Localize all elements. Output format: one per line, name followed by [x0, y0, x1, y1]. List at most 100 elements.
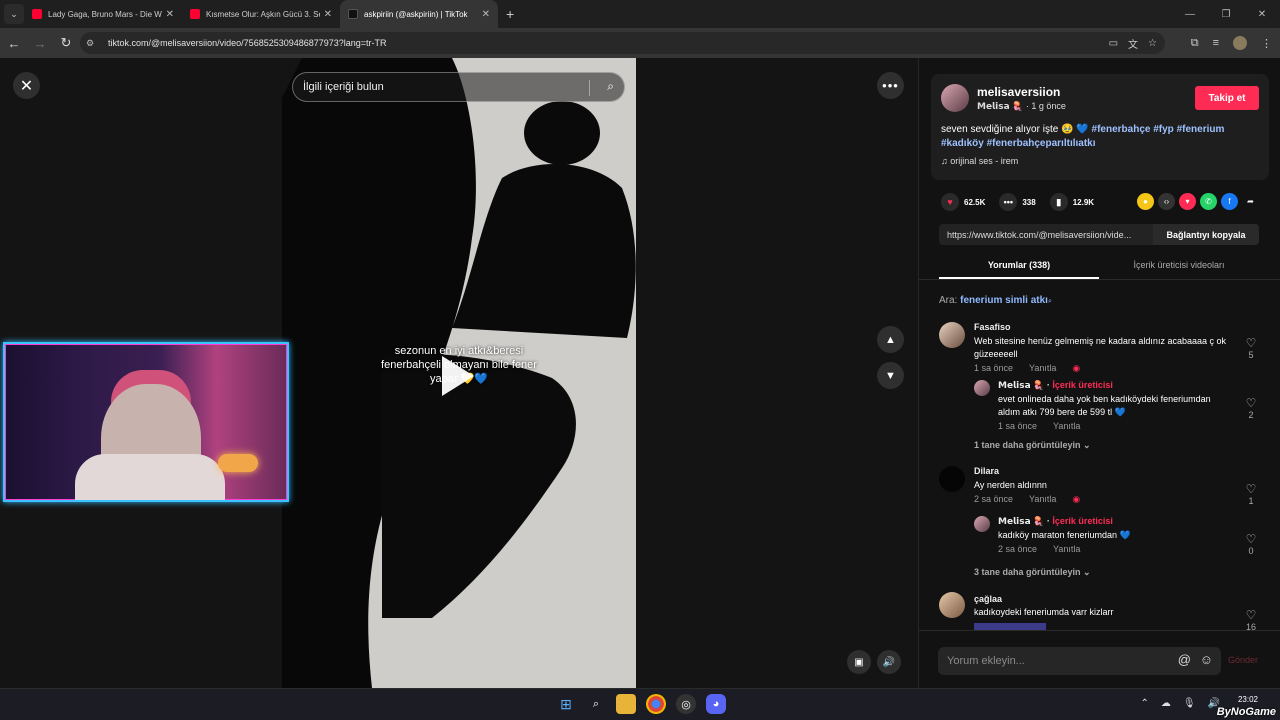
post-description: seven sevdiğine alıyor işte 🥹 💙 #fenerba… [941, 123, 1261, 151]
close-tab-icon[interactable]: ✕ [482, 9, 490, 20]
tab-title: Lady Gaga, Bruno Mars - Die W [48, 9, 162, 19]
discord-icon[interactable]: ◕ [706, 694, 726, 714]
comment-stat[interactable]: ••• 338 [999, 193, 1036, 211]
previous-video-button[interactable]: ▲ [877, 326, 904, 353]
view-more-replies[interactable]: 1 tane daha görüntüleyin ⌄ [974, 440, 1091, 451]
profile-avatar[interactable] [1233, 36, 1247, 50]
reply-button[interactable]: Yanıtla [1029, 363, 1056, 373]
related-search-input[interactable]: İlgili içeriği bulun ⌕ [292, 72, 625, 102]
emoji-icon[interactable]: ☺ [1200, 652, 1213, 667]
reply-username[interactable]: 𝗠𝗲𝗹𝗶𝘀𝗮 🪼 [998, 380, 1044, 390]
commenter-avatar[interactable] [939, 322, 965, 348]
app-icon[interactable]: ◎ [676, 694, 696, 714]
search-term[interactable]: fenerium simli atkı [960, 295, 1048, 306]
browser-tab-3[interactable]: askpiriin (@askpiriin) | TikTok ✕ [340, 0, 498, 28]
send-icon[interactable]: ▾ [1179, 193, 1196, 210]
creator-badge: İçerik üreticisi [1052, 380, 1113, 390]
reply-button[interactable]: Yanıtla [1053, 544, 1080, 554]
reply-button[interactable]: Yanıtla [1053, 421, 1080, 431]
close-video-button[interactable]: ✕ [13, 72, 40, 99]
reply-like[interactable]: ♡ 2 [1241, 396, 1261, 420]
windows-start-icon[interactable]: ⊞ [556, 694, 576, 714]
play-icon[interactable] [442, 356, 474, 396]
restore-icon[interactable]: ❐ [1208, 9, 1244, 20]
reply-like[interactable]: ♡ 0 [1241, 532, 1261, 556]
tab-comments[interactable]: Yorumlar (338) [939, 255, 1099, 279]
extensions-icon[interactable]: ⧉ [1191, 37, 1199, 50]
minimize-icon[interactable]: — [1172, 9, 1208, 20]
comment-username[interactable]: çağlaa [974, 594, 1234, 604]
share-link-text[interactable]: https://www.tiktok.com/@melisaversiion/v… [939, 230, 1153, 240]
browser-tab-2[interactable]: Kısmetse Olur: Aşkın Gücü 3. Se ✕ [182, 0, 340, 28]
whatsapp-icon[interactable]: ✆ [1200, 193, 1217, 210]
save-stat[interactable]: ▮ 12.9K [1049, 193, 1094, 211]
comment-list: Fasafiso Web sitesine henüz gelmemiş ne … [919, 316, 1280, 630]
close-tab-icon[interactable]: ✕ [166, 9, 174, 20]
commenter-avatar[interactable] [939, 466, 965, 492]
author-avatar[interactable] [941, 84, 969, 112]
volume-icon[interactable]: 🔊 [877, 650, 901, 674]
comment-like[interactable]: ♡ 1 [1241, 482, 1261, 506]
close-window-icon[interactable]: ✕ [1244, 9, 1280, 20]
tab-creator-videos[interactable]: İçerik üreticisi videoları [1099, 255, 1259, 279]
follow-button[interactable]: Takip et [1195, 86, 1259, 110]
chevron-up-icon[interactable]: ⌃ [1140, 698, 1148, 709]
search-icon[interactable]: ⌕ [586, 694, 606, 714]
heart-outline-icon: ♡ [1245, 608, 1257, 622]
comment-like[interactable]: ♡ 16 [1241, 608, 1261, 630]
floating-player-icon[interactable]: ▣ [847, 650, 871, 674]
comment-item: Dilara Ay nerden aldınnn 2 sa önce Yanıtl… [974, 466, 1234, 505]
microphone-icon[interactable]: 🎙 [1183, 698, 1196, 709]
author-username[interactable]: melisaversiion [977, 85, 1060, 99]
mention-icon[interactable]: @ [1178, 652, 1191, 667]
comment-input[interactable]: Yorum ekleyin... @ ☺ [938, 647, 1221, 675]
comment-like-count: 1 [1248, 496, 1254, 506]
browser-tab-1[interactable]: Lady Gaga, Bruno Mars - Die W ✕ [24, 0, 182, 28]
send-button[interactable]: Gönder [1228, 655, 1258, 665]
new-tab-icon[interactable]: + [506, 6, 514, 22]
engagement-stats: ♥ 62.5K ••• 338 ▮ 12.9K [941, 192, 1108, 212]
comment-image-preview[interactable] [974, 623, 1046, 630]
reply-button[interactable]: Yanıtla [1029, 494, 1056, 504]
embed-icon[interactable]: ‹› [1158, 193, 1175, 210]
close-tab-icon[interactable]: ✕ [324, 9, 332, 20]
commenter-avatar[interactable] [939, 592, 965, 618]
music-line[interactable]: ♫ orijinal ses - irem [941, 156, 1018, 166]
tiktok-icon [348, 9, 358, 19]
next-video-button[interactable]: ▼ [877, 362, 904, 389]
menu-kebab-icon[interactable]: ⋮ [1261, 37, 1272, 50]
copy-link-button[interactable]: Bağlantıyı kopyala [1153, 224, 1259, 245]
search-icon[interactable]: ⌕ [607, 79, 614, 94]
playlist-icon[interactable]: ≡ [1213, 37, 1219, 49]
creator-avatar[interactable] [974, 516, 990, 532]
translate-icon[interactable]: 文 [1128, 36, 1138, 51]
site-info-icon[interactable]: ⚙ [86, 38, 100, 49]
reload-icon[interactable]: ↻ [54, 35, 78, 51]
address-bar[interactable]: ⚙ tiktok.com/@melisaversiion/video/75685… [80, 32, 1165, 54]
search-icon: ⌕ [1047, 298, 1052, 305]
share-arrow-icon[interactable]: ➦ [1242, 193, 1259, 210]
clock[interactable]: 23:02 [1226, 694, 1270, 705]
coin-icon[interactable]: ● [1137, 193, 1154, 210]
network-icon[interactable]: ☁ [1161, 698, 1171, 709]
chrome-icon[interactable] [646, 694, 666, 714]
creator-avatar[interactable] [974, 380, 990, 396]
like-stat[interactable]: ♥ 62.5K [941, 193, 985, 211]
comment-count: 338 [1022, 197, 1036, 207]
back-icon[interactable]: ← [2, 36, 26, 51]
file-explorer-icon[interactable] [616, 694, 636, 714]
comment-username[interactable]: Dilara [974, 466, 1234, 476]
comment-like[interactable]: ♡ 5 [1241, 336, 1261, 360]
comment-username[interactable]: Fasafiso [974, 322, 1234, 332]
windows-taskbar: ⊞ ⌕ ◎ ◕ ⌃ ☁ 🎙 🔊 23:02 ByNoGame [0, 688, 1280, 720]
webcam-lamp [218, 454, 258, 472]
reply-username[interactable]: 𝗠𝗲𝗹𝗶𝘀𝗮 🪼 [998, 516, 1044, 526]
tab-search-button[interactable]: ⌄ [4, 4, 24, 24]
bookmark-star-icon[interactable]: ☆ [1148, 38, 1157, 49]
facebook-icon[interactable]: f [1221, 193, 1238, 210]
more-options-button[interactable]: ••• [877, 72, 904, 99]
search-suggestion[interactable]: Ara: fenerium simli atkı⌕ [939, 295, 1052, 306]
view-more-replies[interactable]: 3 tane daha görüntüleyin ⌄ [974, 567, 1091, 578]
forward-icon[interactable]: → [28, 36, 52, 51]
cast-icon[interactable]: ▭ [1109, 38, 1118, 49]
